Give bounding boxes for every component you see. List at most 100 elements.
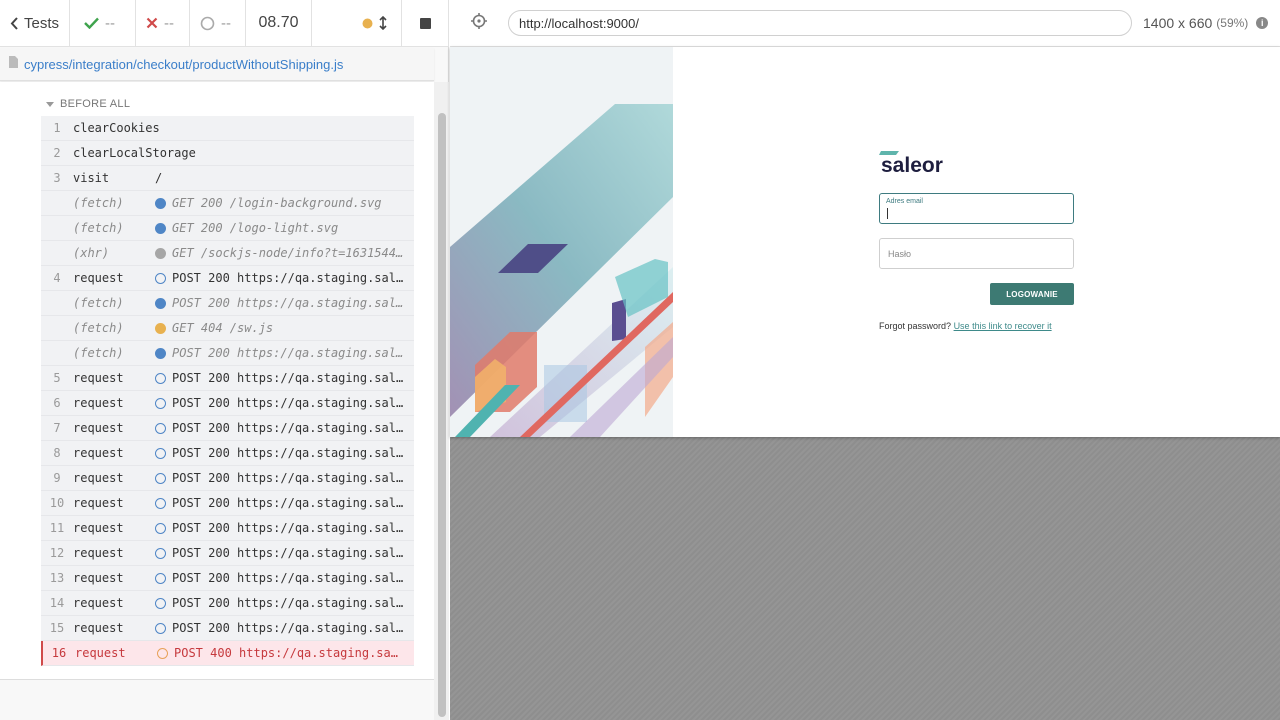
arrows-vertical-icon[interactable] (379, 16, 387, 30)
command-log-event[interactable]: (fetch) GET 404 /sw.js (41, 316, 414, 341)
command-name: request (73, 446, 124, 460)
command-log-item[interactable]: 9 request POST 200 https://qa.staging.sal… (41, 466, 414, 491)
command-message: POST 200 https://qa.staging.sal… (155, 596, 414, 610)
command-message: POST 200 https://qa.staging.sal… (155, 271, 414, 285)
command-message-text: POST 200 https://qa.staging.sal… (172, 471, 404, 485)
stop-icon (419, 17, 431, 29)
spec-path-bar: cypress/integration/checkout/productWith… (0, 48, 434, 81)
command-message: GET 200 /login-background.svg (155, 196, 414, 210)
command-log-event[interactable]: (fetch) POST 200 https://qa.staging.sal… (41, 341, 414, 366)
command-log-item[interactable]: 11 request POST 200 https://qa.staging.sal… (41, 516, 414, 541)
check-icon (84, 17, 99, 29)
status-dot-icon (155, 622, 166, 634)
status-dot-icon (155, 297, 166, 309)
command-message-text: POST 200 https://qa.staging.sal… (172, 521, 404, 535)
forgot-password-row: Forgot password? Use this link to recove… (879, 321, 1074, 331)
command-log-item[interactable]: 7 request POST 200 https://qa.staging.sal… (41, 416, 414, 441)
command-message: GET 404 /sw.js (155, 321, 414, 335)
command-log-item[interactable]: 10 request POST 200 https://qa.staging.sal… (41, 491, 414, 516)
status-dot-icon (155, 247, 166, 259)
command-name: request (73, 471, 124, 485)
running-dot-icon (362, 18, 373, 29)
command-message-text: POST 200 https://qa.staging.sal… (172, 621, 404, 635)
file-icon (9, 55, 18, 73)
command-message-text: POST 200 https://qa.staging.sal… (172, 571, 404, 585)
command-number: 10 (49, 496, 65, 510)
command-number: 7 (53, 421, 61, 435)
recover-password-link[interactable]: Use this link to recover it (954, 321, 1052, 331)
command-log-event[interactable]: (xhr) GET /sockjs-node/info?t=1631544… (41, 241, 414, 266)
aut-iframe: saleor Adres email Hasło LOGOWANIE Forgo… (450, 47, 1280, 437)
command-list: 1 clearCookies 2 clearLocalStorage 3 visit / (f… (41, 116, 414, 666)
viewport-size: 1400 x 660 (1143, 15, 1213, 31)
stop-button[interactable] (401, 0, 449, 46)
command-name: request (73, 271, 124, 285)
command-name: request (73, 371, 124, 385)
command-log-event[interactable]: (fetch) GET 200 /login-background.svg (41, 191, 414, 216)
hook-title[interactable]: BEFORE ALL (46, 98, 130, 110)
command-name: request (73, 546, 124, 560)
command-log: BEFORE ALL 1 clearCookies 2 clearLocalStora… (0, 82, 434, 680)
status-dot-icon (155, 222, 166, 234)
selector-playground-button[interactable] (450, 0, 508, 47)
status-dot-icon (155, 572, 166, 584)
command-log-item[interactable]: 2 clearLocalStorage (41, 141, 414, 166)
login-form: saleor Adres email Hasło LOGOWANIE Forgo… (879, 150, 1074, 331)
command-message-text: POST 200 https://qa.staging.sal… (172, 271, 404, 285)
tests-button[interactable]: Tests (0, 0, 70, 46)
command-log-item[interactable]: 8 request POST 200 https://qa.staging.sal… (41, 441, 414, 466)
status-dot-icon (155, 547, 166, 559)
command-log-item[interactable]: 15 request POST 200 https://qa.staging.sal… (41, 616, 414, 641)
command-message: POST 200 https://qa.staging.sal… (155, 471, 414, 485)
command-message-text: POST 400 https://qa.staging.sal… (174, 646, 404, 660)
command-number: 2 (53, 146, 61, 160)
spec-path-link[interactable]: cypress/integration/checkout/productWith… (24, 57, 343, 72)
tests-label: Tests (24, 14, 60, 32)
passed-count: -- (70, 0, 136, 46)
password-field[interactable]: Hasło (879, 238, 1074, 269)
command-log-item[interactable]: 3 visit / (41, 166, 414, 191)
circle-notch-icon (200, 16, 215, 31)
login-button[interactable]: LOGOWANIE (990, 283, 1074, 305)
command-message: POST 200 https://qa.staging.sal… (155, 521, 414, 535)
status-dot-icon (155, 372, 166, 384)
command-log-event[interactable]: (fetch) POST 200 https://qa.staging.sal… (41, 291, 414, 316)
command-number: 14 (49, 596, 65, 610)
status-dot-icon (155, 347, 166, 359)
scrollbar-thumb[interactable] (438, 113, 446, 717)
command-name: clearLocalStorage (73, 146, 196, 160)
login-background-illustration (450, 47, 673, 437)
command-log-item[interactable]: 4 request POST 200 https://qa.staging.sal… (41, 266, 414, 291)
command-message-text: POST 200 https://qa.staging.sal… (172, 446, 404, 460)
command-message: POST 200 https://qa.staging.sal… (155, 396, 414, 410)
command-log-item[interactable]: 1 clearCookies (41, 116, 414, 141)
command-log-event[interactable]: (fetch) GET 200 /logo-light.svg (41, 216, 414, 241)
command-name: visit (73, 171, 110, 185)
command-message: GET /sockjs-node/info?t=1631544… (155, 246, 414, 260)
command-log-item[interactable]: 5 request POST 200 https://qa.staging.sal… (41, 366, 414, 391)
command-name: request (73, 421, 124, 435)
command-log-item[interactable]: 13 request POST 200 https://qa.staging.sal… (41, 566, 414, 591)
duration: 08.70 (246, 0, 312, 46)
command-log-item[interactable]: 14 request POST 200 https://qa.staging.sal… (41, 591, 414, 616)
status-dot-icon (155, 272, 166, 284)
command-message-text: GET /sockjs-node/info?t=1631544… (172, 246, 404, 260)
command-message: POST 200 https://qa.staging.sal… (155, 546, 414, 560)
reporter-header: Tests -- -- -- 08.70 (0, 0, 449, 47)
command-name: clearCookies (73, 121, 160, 135)
command-number: 15 (49, 621, 65, 635)
logo-mark-icon: saleor (879, 151, 943, 174)
command-log-item[interactable]: 12 request POST 200 https://qa.staging.sal… (41, 541, 414, 566)
command-name: request (73, 621, 124, 635)
command-name: (xhr) (73, 246, 110, 260)
command-log-item[interactable]: 6 request POST 200 https://qa.staging.sal… (41, 391, 414, 416)
command-message-text: GET 404 /sw.js (172, 321, 274, 335)
info-icon[interactable]: i (1256, 17, 1269, 29)
status-dot-icon (155, 397, 166, 409)
url-bar[interactable]: http://localhost:9000/ (508, 10, 1132, 36)
crosshair-icon (471, 12, 487, 34)
command-log-item[interactable]: 16 request POST 400 https://qa.staging.sal… (41, 641, 414, 666)
email-field[interactable]: Adres email (879, 193, 1074, 224)
command-message-text: POST 200 https://qa.staging.sal… (172, 396, 404, 410)
command-name: request (73, 396, 124, 410)
